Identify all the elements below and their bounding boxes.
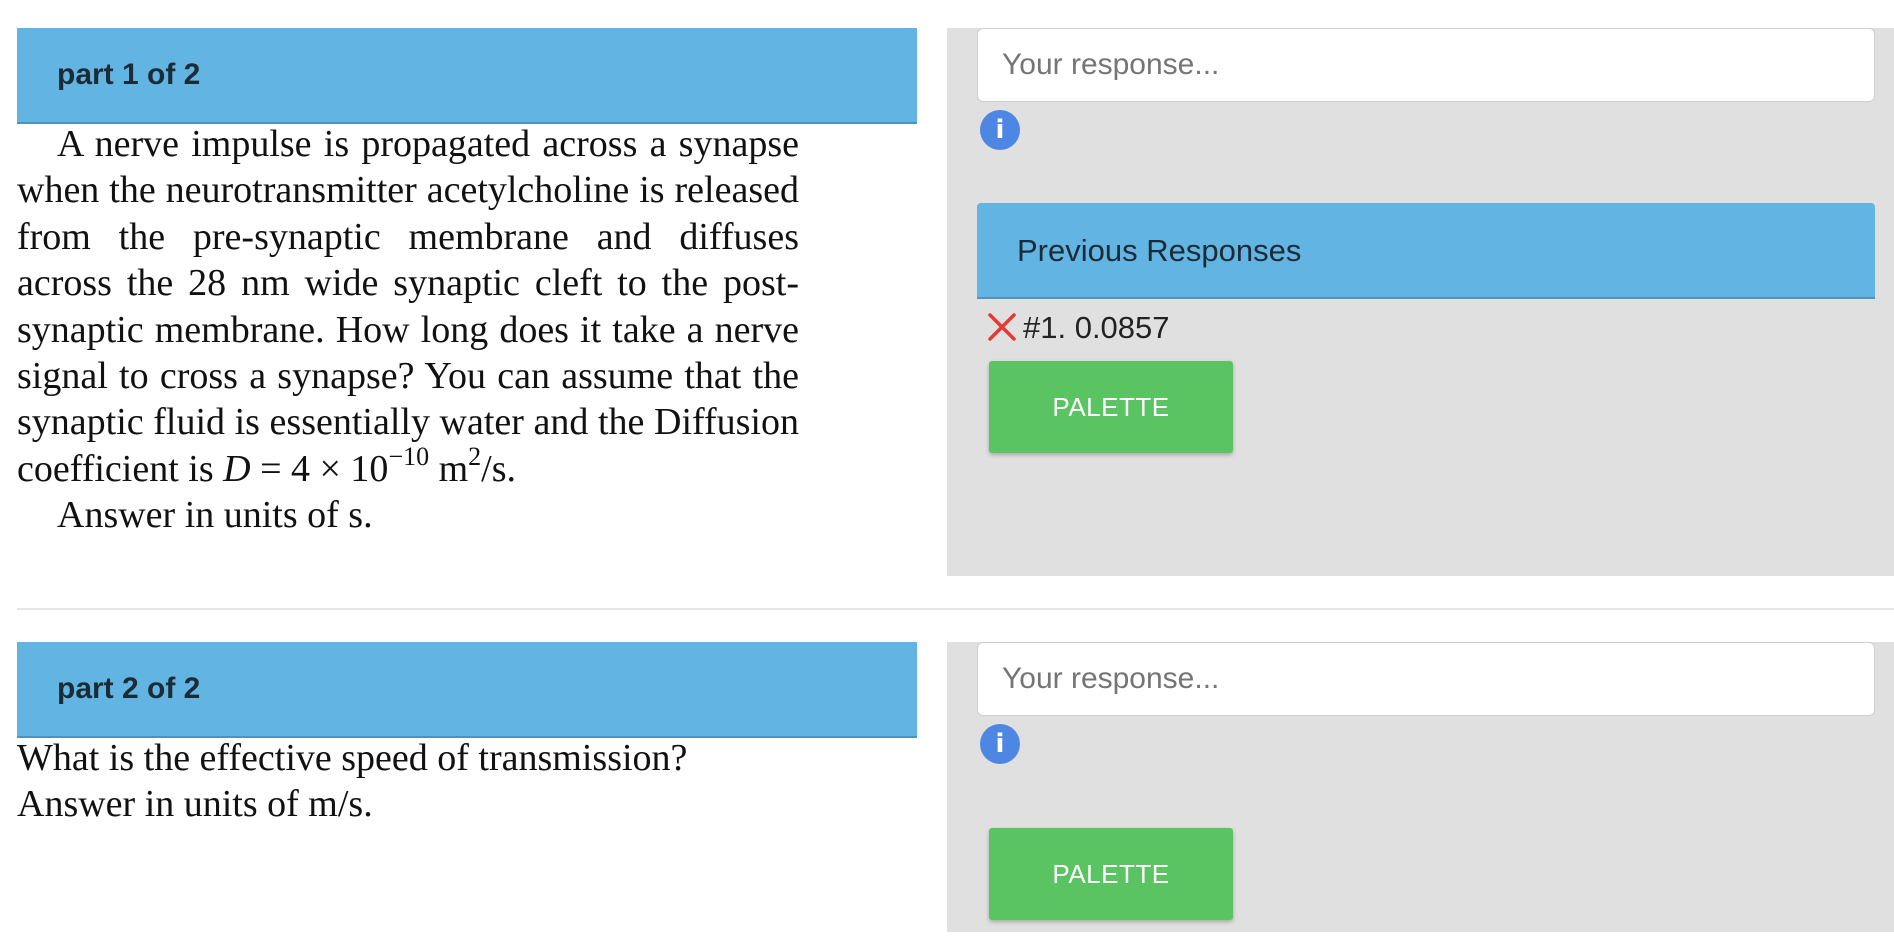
part-1-response-panel: i Previous Responses #1. 0.0857 PALETTE [947,28,1894,576]
diffusion-variable: D [223,447,251,490]
x-icon [988,313,1016,341]
part-1-answer-units: Answer in units of s. [57,494,373,537]
diffusion-unit-tail: /s. [481,447,517,490]
part-2-answer-units: Answer in units of m/s. [17,783,373,826]
info-icon[interactable]: i [980,110,1020,150]
previous-response-value: #1. 0.0857 [1023,310,1170,345]
part-divider [17,608,1894,610]
palette-button[interactable]: PALETTE [989,361,1233,453]
part-1-question-text: A nerve impulse is propagated across a s… [17,123,799,490]
diffusion-unit: m [429,447,469,490]
palette-button[interactable]: PALETTE [989,828,1233,920]
diffusion-value: = 4 × 10 [250,447,389,490]
diffusion-exponent: −10 [388,441,430,471]
part-1-response-input[interactable] [977,28,1875,102]
previous-responses-header: Previous Responses [977,203,1875,299]
part-2-response-panel: i PALETTE [947,642,1894,932]
part-2-response-input[interactable] [977,642,1875,716]
part-2-title: part 2 of 2 [57,672,201,705]
previous-responses-title: Previous Responses [1017,233,1302,268]
part-1-question: A nerve impulse is propagated across a s… [17,121,799,539]
diffusion-unit-exponent: 2 [468,441,482,471]
part-2-question-text: What is the effective speed of transmiss… [17,737,688,779]
part-1-header: part 1 of 2 [17,28,917,124]
info-icon[interactable]: i [980,724,1020,764]
part-2-header: part 2 of 2 [17,642,917,738]
part-1-title: part 1 of 2 [57,58,201,91]
part-2-question: What is the effective speed of transmiss… [17,735,799,828]
